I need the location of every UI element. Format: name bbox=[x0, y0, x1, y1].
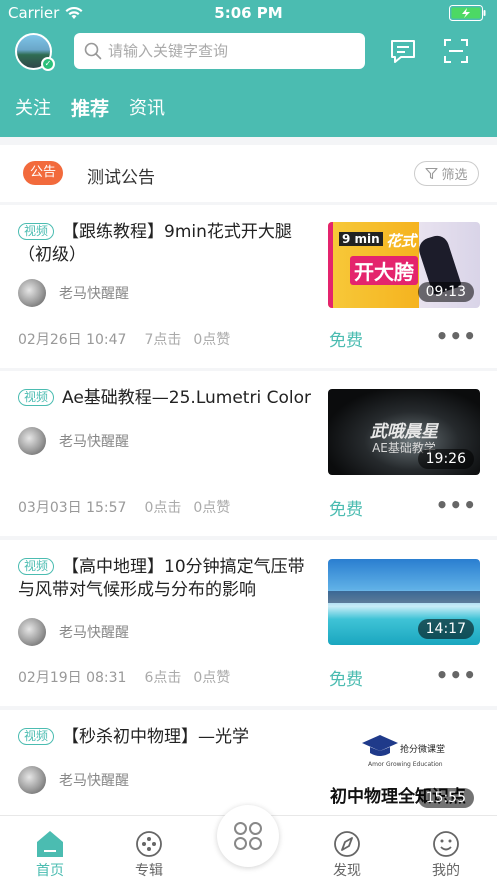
thumbnail-caption: 花式 bbox=[386, 232, 417, 250]
click-count: 0点击 bbox=[144, 500, 182, 516]
album-icon bbox=[136, 831, 162, 857]
thumbnail-stripe bbox=[328, 222, 333, 308]
post-date: 03月03日 15:57 bbox=[18, 500, 127, 516]
author-name: 老马快醒醒 bbox=[59, 434, 129, 450]
like-count: 0点赞 bbox=[193, 332, 231, 348]
feed-title-text: Ae基础教程—25.Lumetri Color bbox=[62, 388, 311, 408]
user-avatar[interactable]: ✓ bbox=[15, 33, 55, 71]
message-icon[interactable] bbox=[389, 37, 417, 65]
thumbnail-caption: 开大胯 bbox=[350, 256, 418, 285]
nav-label: 发现 bbox=[333, 863, 361, 879]
graduation-cap-icon bbox=[362, 735, 398, 756]
video-tag: 视频 bbox=[18, 728, 55, 745]
author-name: 老马快醒醒 bbox=[59, 773, 129, 789]
price-label: 免费 bbox=[329, 331, 363, 351]
compass-icon bbox=[334, 831, 360, 857]
grid-icon bbox=[234, 822, 262, 850]
video-thumbnail[interactable]: 抢分微课堂 Amor Growing Education 初中物理全知识点 15… bbox=[328, 728, 480, 814]
feed-meta: 02月26日 10:47 7点击 0点赞 bbox=[18, 329, 230, 349]
author-avatar bbox=[18, 279, 46, 307]
price-label: 免费 bbox=[329, 500, 363, 520]
click-count: 7点击 bbox=[144, 332, 182, 348]
author-avatar bbox=[18, 618, 46, 646]
video-duration: 15:55 bbox=[417, 788, 474, 808]
more-icon[interactable]: ••• bbox=[436, 324, 477, 348]
filter-button[interactable]: 筛选 bbox=[414, 161, 479, 186]
thumbnail-brand: 抢分微课堂 bbox=[400, 745, 446, 755]
feed-meta: 03月03日 15:57 0点击 0点赞 bbox=[18, 497, 230, 517]
feed-title-text: 【高中地理】10分钟搞定气压带与风带对气候形成与分布的影响 bbox=[18, 557, 305, 600]
price-label: 免费 bbox=[329, 670, 363, 690]
author[interactable]: 老马快醒醒 bbox=[18, 766, 129, 794]
nav-label: 我的 bbox=[432, 863, 460, 879]
feed-title-text: 【秒杀初中物理】—光学 bbox=[62, 727, 250, 747]
feed-title: 视频 【秒杀初中物理】—光学 bbox=[18, 726, 314, 749]
nav-label: 首页 bbox=[36, 863, 64, 879]
home-icon bbox=[37, 831, 63, 857]
nav-discover[interactable]: 发现 bbox=[317, 830, 377, 880]
feed-item[interactable]: 视频 【秒杀初中物理】—光学 老马快醒醒 抢分微课堂 Amor Growing E… bbox=[0, 710, 497, 820]
author[interactable]: 老马快醒醒 bbox=[18, 618, 129, 646]
feed-title-text: 【跟练教程】9min花式开大腿（初级） bbox=[18, 222, 292, 265]
tab-follow[interactable]: 关注 bbox=[15, 94, 51, 121]
video-thumbnail[interactable]: 9 min 花式 开大胯 09:13 bbox=[328, 222, 480, 308]
video-thumbnail[interactable]: 武哦晨星 AE基础教学 19:26 bbox=[328, 389, 480, 475]
center-action-button[interactable] bbox=[217, 805, 279, 867]
smile-icon bbox=[433, 831, 459, 857]
video-tag: 视频 bbox=[18, 558, 55, 575]
search-icon bbox=[84, 42, 102, 60]
tab-recommend[interactable]: 推荐 bbox=[71, 94, 109, 121]
verified-icon: ✓ bbox=[41, 57, 55, 71]
video-duration: 14:17 bbox=[417, 619, 474, 639]
video-duration: 19:26 bbox=[417, 449, 474, 469]
like-count: 0点赞 bbox=[193, 670, 231, 686]
feed-item[interactable]: 视频 Ae基础教程—25.Lumetri Color 老马快醒醒 03月03日 1… bbox=[0, 371, 497, 536]
thumbnail-brand-en: Amor Growing Education bbox=[368, 761, 443, 768]
video-duration: 09:13 bbox=[417, 282, 474, 302]
thumbnail-caption: 9 min bbox=[339, 232, 383, 246]
post-date: 02月19日 08:31 bbox=[18, 670, 127, 686]
feed-title: 视频 【高中地理】10分钟搞定气压带与风带对气候形成与分布的影响 bbox=[18, 556, 314, 602]
feed-item[interactable]: 视频 【跟练教程】9min花式开大腿（初级） 老马快醒醒 02月26日 10:47… bbox=[0, 205, 497, 368]
filter-icon bbox=[425, 167, 439, 180]
author-avatar bbox=[18, 427, 46, 455]
author[interactable]: 老马快醒醒 bbox=[18, 279, 129, 307]
search-bar[interactable] bbox=[74, 33, 365, 69]
nav-home[interactable]: 首页 bbox=[20, 830, 80, 880]
thumbnail-banner bbox=[328, 591, 480, 603]
scan-icon[interactable] bbox=[442, 37, 470, 65]
author-avatar bbox=[18, 766, 46, 794]
nav-album[interactable]: 专辑 bbox=[119, 830, 179, 880]
feed-item[interactable]: 视频 【高中地理】10分钟搞定气压带与风带对气候形成与分布的影响 老马快醒醒 02… bbox=[0, 540, 497, 706]
like-count: 0点赞 bbox=[193, 500, 231, 516]
clock: 5:06 PM bbox=[214, 4, 283, 22]
announcement-text: 测试公告 bbox=[87, 168, 155, 188]
nav-profile[interactable]: 我的 bbox=[416, 830, 476, 880]
author[interactable]: 老马快醒醒 bbox=[18, 427, 129, 455]
feed-title: 视频 【跟练教程】9min花式开大腿（初级） bbox=[18, 221, 314, 267]
tab-news[interactable]: 资讯 bbox=[129, 94, 165, 121]
author-name: 老马快醒醒 bbox=[59, 286, 129, 302]
author-name: 老马快醒醒 bbox=[59, 625, 129, 641]
battery-icon bbox=[449, 5, 486, 21]
nav-label: 专辑 bbox=[135, 863, 163, 879]
status-bar: Carrier 5:06 PM bbox=[0, 0, 497, 26]
filter-label: 筛选 bbox=[441, 168, 468, 183]
video-tag: 视频 bbox=[18, 223, 55, 240]
announcement-badge: 公告 bbox=[23, 161, 64, 185]
search-input[interactable] bbox=[108, 42, 348, 60]
header: Carrier 5:06 PM ✓ 请输入关键字查询 关注 推荐 资讯 bbox=[0, 0, 497, 137]
video-thumbnail[interactable]: 14:17 bbox=[328, 559, 480, 645]
click-count: 6点击 bbox=[144, 670, 182, 686]
more-icon[interactable]: ••• bbox=[436, 493, 477, 517]
more-icon[interactable]: ••• bbox=[436, 663, 477, 687]
category-tabs: 关注 推荐 资讯 bbox=[15, 94, 165, 121]
announcement-bar[interactable]: 公告 测试公告 筛选 bbox=[0, 145, 497, 202]
feed-title: 视频 Ae基础教程—25.Lumetri Color bbox=[18, 387, 314, 410]
feed-meta: 02月19日 08:31 6点击 0点赞 bbox=[18, 667, 230, 687]
video-tag: 视频 bbox=[18, 389, 55, 406]
post-date: 02月26日 10:47 bbox=[18, 332, 127, 348]
